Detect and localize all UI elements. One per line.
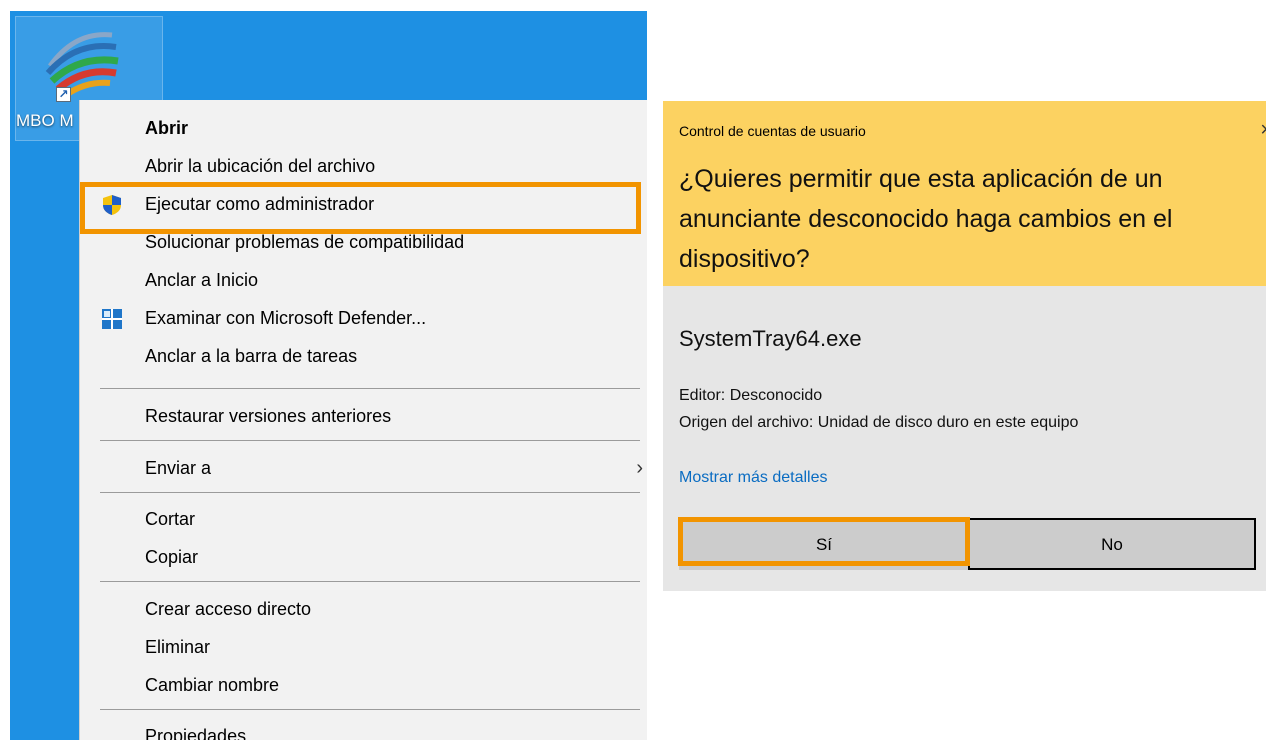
menu-item-label: Ejecutar como administrador	[145, 194, 375, 214]
menu-item-label: Propiedades	[145, 726, 247, 740]
context-menu: Abrir Abrir la ubicación del archivo Eje…	[79, 100, 647, 740]
desktop-icon-label: MBO M	[16, 111, 74, 130]
menu-item-label: Enviar a	[145, 458, 212, 478]
menu-item-anclar-barra[interactable]: Anclar a la barra de tareas	[80, 337, 647, 375]
menu-item-label: Cortar	[145, 509, 196, 529]
menu-item-label: Cambiar nombre	[145, 675, 280, 695]
uac-question: ¿Quieres permitir que esta aplicación de…	[679, 165, 1173, 273]
menu-item-cortar[interactable]: Cortar	[80, 500, 647, 538]
menu-separator	[100, 492, 640, 493]
menu-separator	[100, 581, 640, 582]
mbo-app-logo-icon	[45, 32, 119, 98]
menu-separator	[100, 709, 640, 710]
menu-item-label: Examinar con Microsoft Defender...	[145, 308, 427, 328]
menu-item-label: Crear acceso directo	[145, 599, 312, 619]
uac-origin: Origen del archivo: Unidad de disco duro…	[679, 414, 1079, 431]
show-more-details-link[interactable]: Mostrar más detalles	[679, 469, 828, 487]
menu-item-eliminar[interactable]: Eliminar	[80, 628, 647, 666]
menu-item-ejecutar-admin[interactable]: Ejecutar como administrador	[80, 185, 647, 223]
menu-item-label: Eliminar	[145, 637, 211, 657]
menu-item-enviar-a[interactable]: Enviar a ›	[80, 449, 647, 487]
shortcut-arrow-icon: ↗	[56, 87, 71, 102]
menu-item-restaurar[interactable]: Restaurar versiones anteriores	[80, 397, 647, 435]
uac-dialog: Control de cuentas de usuario × ¿Quieres…	[663, 101, 1266, 591]
menu-item-abrir[interactable]: Abrir	[80, 109, 647, 147]
menu-item-propiedades[interactable]: Propiedades	[80, 717, 647, 740]
uac-title: Control de cuentas de usuario	[679, 123, 866, 139]
menu-item-label: Restaurar versiones anteriores	[145, 406, 392, 426]
menu-separator	[100, 440, 640, 441]
yes-button[interactable]: Sí	[679, 518, 969, 570]
menu-item-abrir-ubicacion[interactable]: Abrir la ubicación del archivo	[80, 147, 647, 185]
menu-item-copiar[interactable]: Copiar	[80, 538, 647, 576]
defender-icon	[102, 309, 122, 329]
menu-item-compatibilidad[interactable]: Solucionar problemas de compatibilidad	[80, 223, 647, 261]
no-button[interactable]: No	[968, 518, 1256, 570]
close-icon[interactable]: ×	[1260, 119, 1266, 142]
menu-item-anclar-inicio[interactable]: Anclar a Inicio	[80, 261, 647, 299]
menu-item-label: Solucionar problemas de compatibilidad	[145, 232, 465, 252]
chevron-right-icon: ›	[636, 457, 643, 479]
menu-item-defender[interactable]: Examinar con Microsoft Defender...	[80, 299, 647, 337]
menu-item-label: Anclar a la barra de tareas	[145, 346, 358, 366]
menu-item-crear-acceso[interactable]: Crear acceso directo	[80, 590, 647, 628]
uac-shield-icon	[103, 195, 121, 215]
menu-separator	[100, 388, 640, 389]
uac-header: Control de cuentas de usuario × ¿Quieres…	[663, 101, 1266, 286]
uac-editor: Editor: Desconocido	[679, 387, 823, 404]
menu-item-label: Copiar	[145, 547, 199, 567]
menu-item-label: Anclar a Inicio	[145, 270, 259, 290]
menu-item-label: Abrir la ubicación del archivo	[145, 156, 376, 176]
menu-item-label: Abrir	[145, 118, 189, 138]
menu-item-cambiar-nombre[interactable]: Cambiar nombre	[80, 666, 647, 704]
uac-filename: SystemTray64.exe	[679, 326, 862, 351]
desktop: ↗ MBO M Abrir Abrir la ubicación del arc…	[10, 11, 647, 740]
